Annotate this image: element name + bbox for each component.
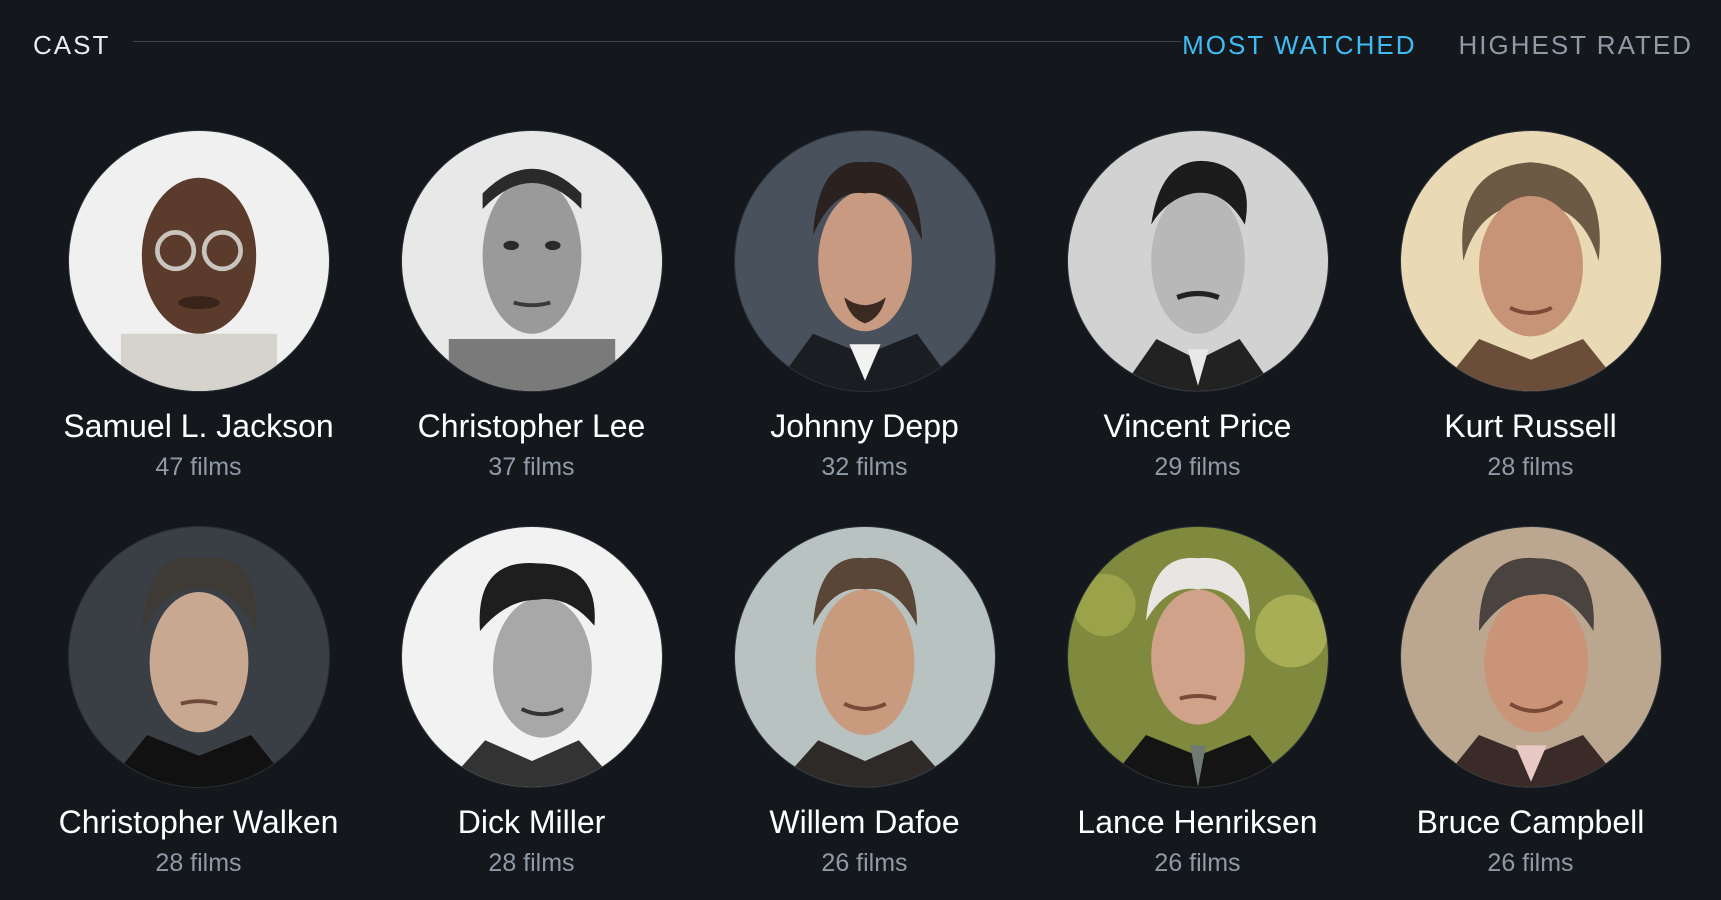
portrait-image (1400, 527, 1661, 787)
portrait-image (734, 131, 995, 391)
film-count: 26 films (1487, 849, 1574, 877)
avatar[interactable] (1399, 526, 1662, 788)
cast-card[interactable]: Christopher Lee 37 films (365, 130, 698, 526)
cast-page: CAST MOST WATCHED HIGHEST RATED Samuel L… (0, 0, 1721, 900)
cast-card[interactable]: Christopher Walken 28 films (32, 526, 365, 900)
cast-card[interactable]: Lance Henriksen 26 films (1031, 526, 1364, 900)
cast-card[interactable]: Dick Miller 28 films (365, 526, 698, 900)
film-count: 26 films (821, 849, 908, 877)
cast-name: Kurt Russell (1444, 408, 1617, 444)
tab-highest-rated[interactable]: HIGHEST RATED (1458, 30, 1693, 61)
cast-name: Johnny Depp (770, 408, 959, 444)
avatar[interactable] (733, 526, 996, 788)
avatar[interactable] (400, 130, 663, 392)
portrait-image (1067, 527, 1328, 787)
film-count: 28 films (488, 849, 575, 877)
sort-tabs: MOST WATCHED HIGHEST RATED (1182, 30, 1693, 61)
portrait-image (68, 131, 329, 391)
cast-name: Samuel L. Jackson (63, 408, 334, 444)
cast-card[interactable]: Kurt Russell 28 films (1364, 130, 1697, 526)
portrait-image (1400, 131, 1661, 391)
portrait-image (401, 131, 662, 391)
portrait-image (734, 527, 995, 787)
avatar[interactable] (67, 526, 330, 788)
film-count: 29 films (1154, 453, 1241, 481)
cast-card[interactable]: Johnny Depp 32 films (698, 130, 1031, 526)
avatar[interactable] (1066, 526, 1329, 788)
film-count: 26 films (1154, 849, 1241, 877)
section-title: CAST (33, 30, 111, 60)
film-count: 47 films (155, 453, 242, 481)
avatar[interactable] (1066, 130, 1329, 392)
cast-name: Willem Dafoe (769, 804, 960, 840)
cast-name: Christopher Lee (417, 408, 646, 444)
tab-most-watched[interactable]: MOST WATCHED (1182, 30, 1416, 61)
cast-header: CAST MOST WATCHED HIGHEST RATED (0, 0, 1721, 90)
portrait-image (68, 527, 329, 787)
film-count: 37 films (488, 453, 575, 481)
header-divider (133, 41, 1181, 42)
avatar[interactable] (733, 130, 996, 392)
cast-grid: Samuel L. Jackson 47 films Christopher L… (0, 130, 1721, 900)
cast-card[interactable]: Vincent Price 29 films (1031, 130, 1364, 526)
cast-card[interactable]: Bruce Campbell 26 films (1364, 526, 1697, 900)
cast-name: Bruce Campbell (1416, 804, 1645, 840)
cast-name: Vincent Price (1103, 408, 1292, 444)
portrait-image (1067, 131, 1328, 391)
film-count: 28 films (1487, 453, 1574, 481)
cast-card[interactable]: Willem Dafoe 26 films (698, 526, 1031, 900)
avatar[interactable] (67, 130, 330, 392)
avatar[interactable] (1399, 130, 1662, 392)
film-count: 28 films (155, 849, 242, 877)
avatar[interactable] (400, 526, 663, 788)
cast-name: Christopher Walken (58, 804, 339, 840)
cast-name: Lance Henriksen (1077, 804, 1318, 840)
portrait-image (401, 527, 662, 787)
film-count: 32 films (821, 453, 908, 481)
cast-name: Dick Miller (457, 804, 606, 840)
cast-card[interactable]: Samuel L. Jackson 47 films (32, 130, 365, 526)
